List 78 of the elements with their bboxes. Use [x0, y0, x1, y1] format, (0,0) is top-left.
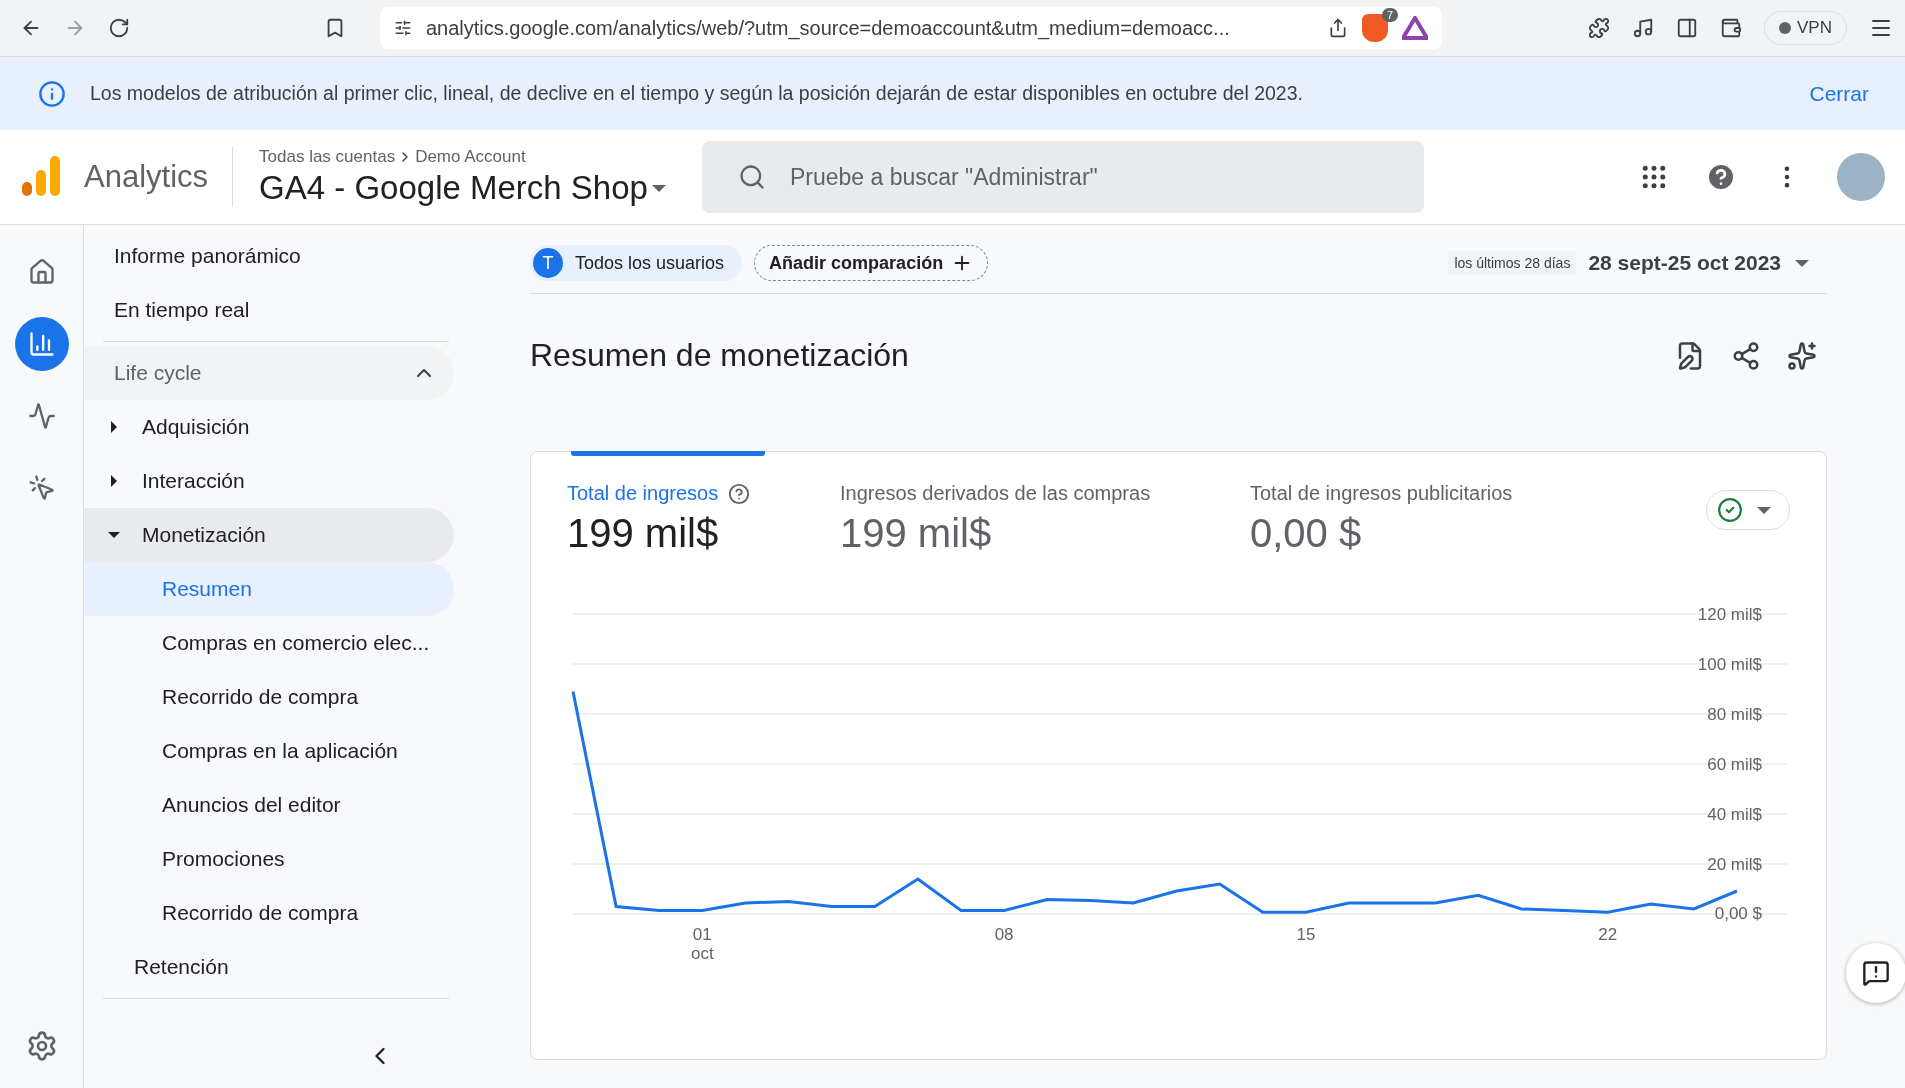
- search-input[interactable]: Pruebe a buscar "Administrar": [787, 162, 1388, 192]
- sidebar-icon[interactable]: [1676, 17, 1699, 39]
- nav-group[interactable]: Interacción: [84, 454, 454, 508]
- reload-icon[interactable]: [108, 17, 130, 39]
- nav-item[interactable]: Informe panorámico: [84, 229, 454, 283]
- share-icon[interactable]: [1328, 18, 1348, 38]
- close-link[interactable]: Cerrar: [1809, 81, 1869, 106]
- shield-icon[interactable]: [1362, 14, 1388, 42]
- nav-group-label: Monetización: [142, 523, 266, 547]
- section-header[interactable]: Life cycle: [84, 346, 454, 400]
- help-icon[interactable]: [728, 482, 751, 505]
- property-selector[interactable]: GA4 - Google Merch Shop: [259, 169, 666, 207]
- site-settings-icon[interactable]: [394, 19, 412, 37]
- feedback-button[interactable]: [1846, 943, 1905, 1003]
- nav-subitem[interactable]: Compras en la aplicación: [84, 724, 454, 778]
- x-axis-label: 15: [1296, 925, 1316, 944]
- y-axis-label: 0,00 $: [1714, 904, 1762, 923]
- nav-subitem[interactable]: Recorrido de compra: [84, 886, 454, 940]
- info-icon: [38, 79, 66, 108]
- share-icon[interactable]: [1731, 340, 1761, 371]
- product-name: Analytics: [84, 159, 209, 195]
- address-bar[interactable]: analytics.google.com/analytics/web/?utm_source=demoaccount&utm_medium=demoacc... 7: [380, 7, 1442, 49]
- expand-caret-icon[interactable]: [111, 421, 117, 433]
- triangle-icon[interactable]: [1402, 16, 1428, 40]
- nav-group-label: Retención: [134, 955, 229, 979]
- metric-tab[interactable]: Total de ingresos publicitarios 0,00 $: [1250, 452, 1650, 556]
- nav-subitem[interactable]: Promociones: [84, 832, 454, 886]
- page-title: Resumen de monetización: [530, 337, 910, 374]
- music-icon[interactable]: [1632, 17, 1655, 39]
- shield-count: 7: [1381, 8, 1398, 22]
- url-text: analytics.google.com/analytics/web/?utm_source=demoaccount&utm_medium=demoacc...: [426, 16, 1231, 40]
- wallet-icon[interactable]: [1720, 17, 1743, 39]
- nav-subitem[interactable]: Anuncios del editor: [84, 778, 454, 832]
- metric-tab[interactable]: Ingresos derivados de las compras 199 mil$: [840, 452, 1250, 556]
- y-axis-label: 20 mil$: [1707, 855, 1762, 874]
- banner-message: Los modelos de atribución al primer clic, lineal, de declive en el tiempo y según la posición dejarán de estar disponibles en octubre del 2023.: [90, 82, 1304, 105]
- insights-icon[interactable]: [1787, 340, 1817, 371]
- date-range-selector[interactable]: 28 sept-25 oct 2023: [1588, 251, 1827, 275]
- nav-group[interactable]: Monetización: [84, 508, 454, 562]
- expand-caret-icon[interactable]: [111, 475, 117, 487]
- reports-nav-icon[interactable]: [14, 317, 69, 371]
- nav-item[interactable]: En tiempo real: [84, 283, 454, 337]
- feedback-icon: [1862, 959, 1890, 987]
- x-axis-label: 01 oct: [691, 925, 714, 963]
- status-check-button[interactable]: [1706, 490, 1790, 530]
- metric-value: 199 mil$: [567, 511, 720, 556]
- nav-group[interactable]: Retención: [84, 940, 454, 994]
- expand-caret-icon[interactable]: [108, 532, 120, 538]
- date-hint: los últimos 28 días: [1448, 251, 1577, 275]
- comparison-chip[interactable]: T Todos los usuarios: [530, 245, 743, 281]
- y-axis-label: 40 mil$: [1707, 805, 1762, 824]
- metric-value: 199 mil$: [840, 511, 993, 556]
- metric-label: Ingresos derivados de las compras: [840, 482, 1151, 505]
- search-icon: [737, 163, 766, 191]
- breadcrumb-item[interactable]: Todas las cuentas: [259, 147, 396, 167]
- y-axis-label: 60 mil$: [1707, 755, 1762, 774]
- metric-label: Total de ingresos publicitarios: [1250, 482, 1513, 505]
- x-axis-label: 22: [1598, 925, 1618, 944]
- y-axis-label: 100 mil$: [1697, 655, 1762, 674]
- check-circle-icon: [1717, 497, 1743, 523]
- analytics-logo-icon: [22, 156, 60, 198]
- metric-tab[interactable]: Total de ingresos 199 mil$: [567, 452, 840, 556]
- x-axis-label: 08: [994, 925, 1014, 944]
- y-axis-label: 80 mil$: [1707, 705, 1762, 724]
- nav-subitem[interactable]: Resumen: [84, 562, 454, 616]
- extensions-icon[interactable]: [1588, 17, 1611, 39]
- search-field[interactable]: Pruebe a buscar "Administrar": [701, 141, 1424, 213]
- nav-group-label: Adquisición: [142, 415, 250, 439]
- nav-group[interactable]: Adquisición: [84, 400, 454, 454]
- section-label: Life cycle: [114, 361, 202, 385]
- breadcrumb-item[interactable]: Demo Account: [415, 147, 526, 167]
- nav-subitem[interactable]: Compras en comercio elec...: [84, 616, 454, 670]
- nav-group-label: Interacción: [142, 469, 245, 493]
- y-axis-label: 120 mil$: [1697, 605, 1762, 624]
- metric-label: Total de ingresos: [567, 482, 719, 505]
- nav-subitem[interactable]: Recorrido de compra: [84, 670, 454, 724]
- segment-letter: T: [533, 248, 563, 278]
- metric-value: 0,00 $: [1250, 511, 1363, 556]
